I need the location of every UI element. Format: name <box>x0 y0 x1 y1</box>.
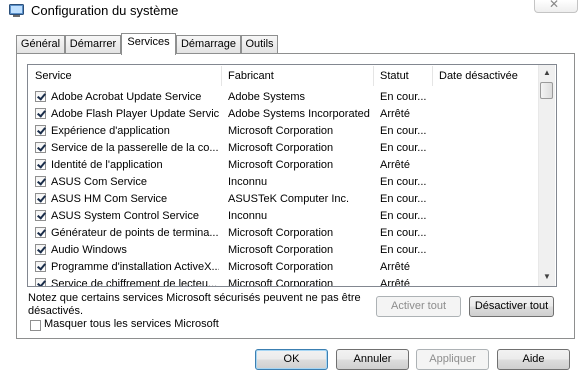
service-checkbox[interactable] <box>35 176 46 187</box>
tab-demarrer[interactable]: Démarrer <box>65 35 121 53</box>
service-manufacturer: ASUSTeK Computer Inc. <box>228 193 350 205</box>
scroll-down-icon[interactable]: ▼ <box>539 269 555 285</box>
service-status: En cour... <box>380 125 427 137</box>
service-manufacturer: Inconnu <box>228 210 268 222</box>
service-checkbox[interactable] <box>35 210 46 221</box>
list-header: Service Fabricant Statut Date désactivée <box>28 65 538 87</box>
header-manufacturer[interactable]: Fabricant <box>228 70 274 82</box>
table-row[interactable]: ASUS HM Com Service ASUSTeK Computer Inc… <box>28 191 538 208</box>
table-row[interactable]: Service de la passerelle de la co... Mic… <box>28 140 538 157</box>
table-row[interactable]: Identité de l'application Microsoft Corp… <box>28 157 538 174</box>
service-checkbox[interactable] <box>35 159 46 170</box>
service-checkbox[interactable] <box>35 244 46 255</box>
scroll-thumb[interactable] <box>540 82 553 99</box>
vertical-scrollbar[interactable]: ▲ ▼ <box>538 65 555 286</box>
table-row[interactable]: Expérience d'application Microsoft Corpo… <box>28 123 538 140</box>
system-config-icon <box>9 4 24 18</box>
service-name: Service de chiffrement de lecteu... <box>51 278 218 287</box>
service-name: Adobe Acrobat Update Service <box>51 91 202 103</box>
service-name: Identité de l'application <box>51 159 163 171</box>
table-row[interactable]: ASUS System Control Service Inconnu En c… <box>28 208 538 225</box>
close-icon: ✕ <box>549 0 560 11</box>
service-status: Arrêté <box>380 159 410 171</box>
hide-microsoft-checkbox[interactable] <box>30 320 41 331</box>
service-name: ASUS Com Service <box>51 176 147 188</box>
service-name: Audio Windows <box>51 244 127 256</box>
service-manufacturer: Microsoft Corporation <box>228 261 334 273</box>
close-button[interactable]: ✕ <box>534 0 578 13</box>
table-row[interactable]: Programme d'installation ActiveX... Micr… <box>28 259 538 276</box>
service-status: En cour... <box>380 176 427 188</box>
tab-strip: Général Démarrer Services Démarrage Outi… <box>16 33 416 55</box>
service-status: En cour... <box>380 193 427 205</box>
title-bar: Configuration du système ✕ <box>0 0 586 24</box>
service-checkbox[interactable] <box>35 108 46 119</box>
ok-button[interactable]: OK <box>255 349 328 370</box>
services-list[interactable]: Service Fabricant Statut Date désactivée… <box>27 64 557 287</box>
tab-outils[interactable]: Outils <box>241 35 278 53</box>
help-button[interactable]: Aide <box>497 349 570 370</box>
service-name: Adobe Flash Player Update Service <box>51 108 219 120</box>
scroll-up-icon[interactable]: ▲ <box>539 65 555 81</box>
service-status: Arrêté <box>380 278 410 287</box>
service-name: Programme d'installation ActiveX... <box>51 261 219 273</box>
service-manufacturer: Microsoft Corporation <box>228 244 334 256</box>
service-manufacturer: Microsoft Corporation <box>228 159 334 171</box>
tab-general[interactable]: Général <box>16 35 65 53</box>
table-row[interactable]: Adobe Acrobat Update Service Adobe Syste… <box>28 89 538 106</box>
table-row[interactable]: Audio Windows Microsoft Corporation En c… <box>28 242 538 259</box>
service-manufacturer: Adobe Systems Incorporated <box>228 108 370 120</box>
header-service[interactable]: Service <box>35 70 72 82</box>
service-name: Expérience d'application <box>51 125 170 137</box>
service-status: En cour... <box>380 91 427 103</box>
service-checkbox[interactable] <box>35 193 46 204</box>
service-checkbox[interactable] <box>35 125 46 136</box>
apply-button[interactable]: Appliquer <box>416 349 489 370</box>
service-checkbox[interactable] <box>35 142 46 153</box>
service-name: Générateur de points de termina... <box>51 227 219 239</box>
header-disabled-date[interactable]: Date désactivée <box>439 70 518 82</box>
hide-microsoft-label[interactable]: Masquer tous les services Microsoft <box>44 318 219 330</box>
service-status: En cour... <box>380 142 427 154</box>
table-row[interactable]: Adobe Flash Player Update Service Adobe … <box>28 106 538 123</box>
table-row[interactable]: ASUS Com Service Inconnu En cour... <box>28 174 538 191</box>
service-name: Service de la passerelle de la co... <box>51 142 219 154</box>
service-manufacturer: Inconnu <box>228 176 268 188</box>
window-title: Configuration du système <box>31 3 179 18</box>
service-manufacturer: Microsoft Corporation <box>228 142 334 154</box>
service-status: Arrêté <box>380 261 410 273</box>
service-status: En cour... <box>380 244 427 256</box>
service-manufacturer: Microsoft Corporation <box>228 278 334 287</box>
service-checkbox[interactable] <box>35 91 46 102</box>
tab-demarrage[interactable]: Démarrage <box>176 35 241 53</box>
service-name: ASUS HM Com Service <box>51 193 168 205</box>
table-row[interactable]: Service de chiffrement de lecteu... Micr… <box>28 276 538 287</box>
service-manufacturer: Microsoft Corporation <box>228 125 334 137</box>
service-name: ASUS System Control Service <box>51 210 199 222</box>
service-manufacturer: Microsoft Corporation <box>228 227 334 239</box>
service-status: Arrêté <box>380 108 410 120</box>
cancel-button[interactable]: Annuler <box>336 349 409 370</box>
table-row[interactable]: Générateur de points de termina... Micro… <box>28 225 538 242</box>
service-checkbox[interactable] <box>35 261 46 272</box>
disable-all-button[interactable]: Désactiver tout <box>469 296 554 317</box>
tab-services[interactable]: Services <box>121 33 176 55</box>
header-status[interactable]: Statut <box>380 70 409 82</box>
service-status: En cour... <box>380 210 427 222</box>
column-divider[interactable] <box>373 66 374 86</box>
service-manufacturer: Adobe Systems <box>228 91 306 103</box>
service-checkbox[interactable] <box>35 278 46 286</box>
service-status: En cour... <box>380 227 427 239</box>
enable-all-button[interactable]: Activer tout <box>376 296 461 317</box>
column-divider[interactable] <box>432 66 433 86</box>
column-divider[interactable] <box>221 66 222 86</box>
service-checkbox[interactable] <box>35 227 46 238</box>
notice-text: Notez que certains services Microsoft sé… <box>28 292 361 317</box>
